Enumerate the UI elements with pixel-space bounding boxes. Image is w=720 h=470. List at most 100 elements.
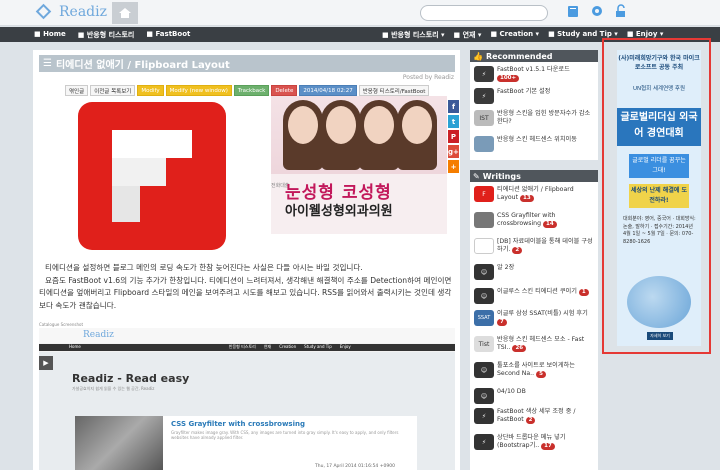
- comment-count: 1: [578, 289, 589, 296]
- list-view-button[interactable]: 이전글 목록보기: [90, 85, 136, 96]
- search-input[interactable]: [420, 5, 548, 21]
- post-body: 티에디션을 설정하면 블로그 메인의 로딩 속도가 한참 늦어진다는 사실은 다…: [39, 262, 455, 312]
- top-bar: Readiz: [0, 0, 720, 26]
- item-thumbnail: ☺: [474, 264, 494, 280]
- item-thumbnail: ⚡: [474, 88, 494, 104]
- shot-thumbnail: [75, 416, 163, 470]
- flipboard-logo: [78, 102, 226, 250]
- twitter-icon[interactable]: t: [448, 115, 459, 128]
- post-category[interactable]: 반응형 티스토리/FastBoot: [358, 85, 430, 96]
- recommended-item[interactable]: IST 반응형 스킨을 입힌 방문자수가 감소한다?: [474, 110, 594, 126]
- recommended-item[interactable]: 반응형 스킨 헤드센스 위치이동: [474, 136, 594, 152]
- embedded-screenshot: Readiz Home 반응형 티스토리 연재 Creation Study a…: [39, 328, 455, 470]
- post-title-bar: ☰ 티에디션 없애기 / Flipboard Layout: [39, 55, 455, 72]
- ad-more-button[interactable]: 자세히 보기: [647, 332, 673, 340]
- facebook-icon[interactable]: f: [448, 100, 459, 113]
- thumbs-up-icon: 👍: [473, 51, 483, 61]
- writing-item[interactable]: [DB] 자료데이블을 통해 데이블 구성하기. 2: [474, 238, 594, 254]
- writing-item[interactable]: CSS Grayfilter with crossbrowsing 14: [474, 212, 594, 228]
- writing-item[interactable]: ⚡ 상단바 드롭다운 메뉴 넣기 (Bootstrap기.. 17: [474, 434, 594, 450]
- nav-item-series[interactable]: ■ 연재 ▾: [454, 30, 482, 40]
- writing-item[interactable]: ⚡ FastBoot 색상 세부 조정 중 / FastBoot 2: [474, 408, 594, 424]
- shot-card-title: CSS Grayfilter with crossbrowsing: [171, 420, 305, 428]
- comment-count: 2: [525, 417, 536, 424]
- nav-item-responsive[interactable]: ■ 반응형 티스토리 ▾: [382, 30, 445, 40]
- site-logo[interactable]: Readiz: [34, 3, 107, 21]
- writing-item[interactable]: ☺ 툴포소를 사이트로 보이게하는 Second Na.. 5: [474, 362, 594, 378]
- shot-card: CSS Grayfilter with crossbrowsing Grayfi…: [75, 416, 417, 470]
- writing-item[interactable]: SSAT 이글루 삼성 SSAT(비틀) 시험 후기 7: [474, 310, 594, 326]
- breadcrumb-subcategory[interactable]: ■ FastBoot: [146, 30, 190, 40]
- writing-item[interactable]: Tist 반응형 스킨 헤드센스 모소 - Fast TSI.. 26: [474, 336, 594, 352]
- home-icon: [119, 8, 131, 18]
- item-thumbnail: ⚡: [474, 434, 494, 450]
- item-thumbnail: ⚡: [474, 408, 494, 424]
- breadcrumb: ■ Home ■ 반응형 티스토리 ■ FastBoot: [34, 30, 190, 40]
- recommended-panel: 👍 Recommended ⚡ FastBoot v1.5.1 다운로드 100+ …: [470, 50, 598, 160]
- post-toolbar: 엮인글 이전글 목록보기 Modify Modify (new window) …: [65, 85, 430, 96]
- item-thumbnail: F: [474, 186, 494, 202]
- comment-count: 13: [520, 195, 534, 202]
- recommended-item[interactable]: ⚡ FastBoot 기본 설정: [474, 88, 594, 104]
- breadcrumb-category[interactable]: ■ 반응형 티스토리: [78, 30, 135, 40]
- ad-sponsor: UN협회 세계연맹 후원: [632, 86, 686, 92]
- modify-new-window-button[interactable]: Modify (new window): [165, 85, 232, 96]
- ad-headline: 글로벌리더십 외국어 경연대회: [617, 108, 701, 146]
- ad-cta-2: 세상의 난제 해결에 도전하라!: [629, 184, 689, 208]
- share-bar: f t P g+ +: [448, 100, 459, 175]
- breadcrumb-home[interactable]: ■ Home: [34, 30, 66, 40]
- gear-icon[interactable]: [590, 4, 604, 18]
- plus-icon[interactable]: +: [448, 160, 459, 173]
- item-thumbnail: ⚡: [474, 66, 494, 82]
- item-thumbnail: ☺: [474, 362, 494, 378]
- item-thumbnail: [474, 238, 494, 254]
- writing-item[interactable]: F 티에디션 없애기 / Flipboard Layout 13: [474, 186, 594, 202]
- shot-card-text: Grayfilter makes image gray. With CSS, a…: [171, 430, 399, 440]
- comment-count: 14: [543, 221, 557, 228]
- item-thumbnail: [474, 212, 494, 228]
- recommended-item[interactable]: ⚡ FastBoot v1.5.1 다운로드 100+: [474, 66, 594, 82]
- count-badge: 100+: [497, 75, 520, 82]
- flipboard-icon: [112, 130, 192, 222]
- shot-nav-item: 반응형 티스토리: [228, 344, 256, 349]
- side-ad-highlight: (사)미래희망기구와 한국 마이크로소프트 공동 주최 UN협회 세계연맹 후원…: [602, 38, 711, 354]
- menu-icon: ☰: [43, 58, 52, 69]
- comment-count: 5: [536, 371, 546, 378]
- trackback-button[interactable]: Trackback: [233, 85, 270, 96]
- writing-item[interactable]: ☺ 이글루스 스킨 티에디션 쿠이기 1: [474, 288, 594, 304]
- shot-subheading: 가설공효이지 쉽게 읽을 수 있는 웹 공간, Readiz: [72, 386, 155, 391]
- delete-button[interactable]: Delete: [271, 85, 298, 96]
- trackback-list-button[interactable]: 엮인글: [65, 85, 89, 96]
- writings-header: ✎ Writings: [470, 170, 598, 182]
- post-title[interactable]: 티에디션 없애기 / Flipboard Layout: [56, 56, 230, 71]
- item-thumbnail: IST: [474, 110, 494, 126]
- paragraph-1: 티에디션을 설정하면 블로그 메인의 로딩 속도가 한참 늦어진다는 사실은 다…: [45, 263, 363, 272]
- writing-item[interactable]: ☺ 04/10 DB: [474, 388, 594, 404]
- shot-logo: Readiz: [83, 330, 114, 340]
- shot-nav-home: Home: [69, 344, 81, 349]
- home-button[interactable]: [112, 2, 138, 24]
- item-thumbnail: ☺: [474, 288, 494, 304]
- banner-ad[interactable]: 전화대출 눈성형 코성형 아이웰성형외과의원: [271, 96, 447, 234]
- nav-item-creation[interactable]: ■ Creation ▾: [490, 30, 539, 40]
- pinterest-icon[interactable]: P: [448, 130, 459, 143]
- comment-count: 2: [512, 247, 523, 254]
- shot-nav-item: Creation: [279, 344, 297, 349]
- modify-button[interactable]: Modify: [137, 85, 164, 96]
- side-ad[interactable]: (사)미래희망기구와 한국 마이크로소프트 공동 주최 UN협회 세계연맹 후원…: [617, 50, 701, 346]
- logo-text: Readiz: [59, 4, 107, 20]
- ad-organizer: (사)미래희망기구와 한국 마이크로소프트 공동 주최: [618, 55, 700, 71]
- item-thumbnail: SSAT: [474, 310, 494, 326]
- ad-clinic-name: 아이웰성형외과의원: [285, 204, 393, 219]
- shot-nav-item: Study and Tip: [304, 344, 332, 349]
- comment-count: 17: [541, 443, 555, 450]
- post-date: 2014/04/18 02:27: [299, 85, 357, 96]
- article: ☰ 티에디션 없애기 / Flipboard Layout Posted by …: [33, 50, 460, 470]
- writing-item[interactable]: ☺ 알 2장: [474, 264, 594, 280]
- shot-nav-item: Enjoy: [339, 344, 351, 349]
- book-icon[interactable]: [566, 4, 580, 18]
- unlock-icon[interactable]: [614, 4, 628, 18]
- item-thumbnail: ☺: [474, 388, 494, 404]
- item-thumbnail: [474, 136, 494, 152]
- google-plus-icon[interactable]: g+: [448, 145, 459, 158]
